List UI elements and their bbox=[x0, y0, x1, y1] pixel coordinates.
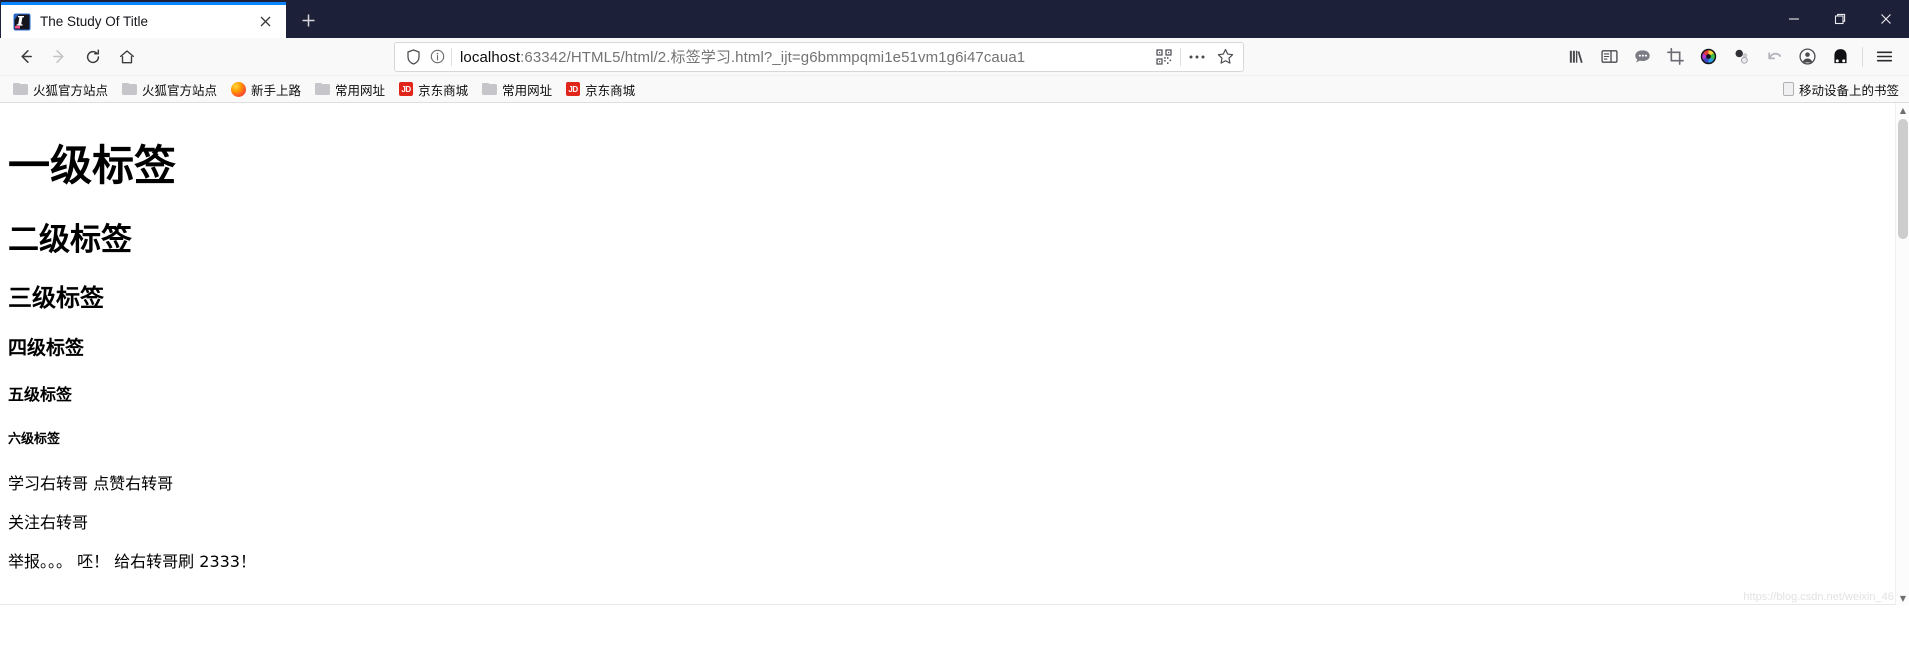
firefox-icon bbox=[231, 81, 247, 97]
hamburger-menu-icon[interactable] bbox=[1868, 42, 1901, 72]
heading-level-5: 五级标签 bbox=[8, 385, 73, 404]
bookmark-item-3[interactable]: 常用网址 bbox=[308, 78, 392, 100]
scroll-up-icon[interactable]: ▲ bbox=[1896, 103, 1909, 117]
paragraph-1: 学习右转哥 点赞右转哥 bbox=[8, 474, 174, 493]
avatar-icon[interactable] bbox=[1824, 42, 1857, 72]
bookmark-item-4[interactable]: JD 京东商城 bbox=[392, 78, 475, 100]
folder-icon bbox=[315, 83, 331, 95]
browser-tab-active[interactable]: The Study Of Title bbox=[1, 2, 286, 38]
home-icon[interactable] bbox=[110, 42, 144, 72]
sidebar-icon[interactable] bbox=[1593, 42, 1626, 72]
minimize-icon[interactable] bbox=[1771, 0, 1817, 38]
scrollbar-thumb[interactable] bbox=[1898, 119, 1908, 239]
heading-level-3: 三级标签 bbox=[8, 284, 104, 312]
toolbar-right bbox=[1560, 42, 1901, 72]
url-host: localhost bbox=[460, 49, 521, 66]
heading-level-4: 四级标签 bbox=[8, 337, 85, 359]
url-path: :63342/HTML5/html/2.标签学习.html?_ijt=g6bmm… bbox=[520, 49, 1026, 66]
bookmark-label: 新手上路 bbox=[251, 83, 302, 98]
molecule-icon[interactable] bbox=[1725, 42, 1758, 72]
heading-level-6: 六级标签 bbox=[8, 432, 61, 447]
jd-icon: JD bbox=[399, 82, 414, 96]
bookmark-label: 常用网址 bbox=[502, 83, 553, 98]
jd-icon: JD bbox=[566, 82, 581, 96]
heading-level-2: 二级标签 bbox=[8, 222, 132, 258]
bookmark-label: 常用网址 bbox=[335, 83, 386, 98]
folder-icon bbox=[13, 83, 28, 95]
bookmark-label: 火狐官方站点 bbox=[142, 83, 218, 98]
close-icon[interactable] bbox=[254, 11, 276, 33]
color-wheel-icon[interactable] bbox=[1692, 42, 1725, 72]
folder-icon bbox=[122, 83, 138, 95]
new-tab-button[interactable] bbox=[290, 2, 326, 38]
maximize-icon[interactable] bbox=[1817, 0, 1863, 38]
page-content: 一级标签 二级标签 三级标签 四级标签 五级标签 六级标签 学习右转哥 点赞右转… bbox=[0, 103, 1909, 605]
bookmark-item-6[interactable]: JD 京东商城 bbox=[559, 78, 642, 100]
star-icon[interactable] bbox=[1211, 44, 1239, 70]
ellipsis-icon[interactable] bbox=[1183, 44, 1211, 70]
url-separator bbox=[451, 47, 452, 66]
url-bar[interactable]: localhost:63342/HTML5/html/2.标签学习.html?_… bbox=[394, 41, 1244, 72]
bookmark-item-1[interactable]: 火狐官方站点 bbox=[115, 78, 224, 100]
back-icon[interactable] bbox=[8, 42, 42, 72]
bookmark-label: 京东商城 bbox=[585, 83, 636, 98]
mobile-bookmarks-icon bbox=[1782, 82, 1794, 96]
chat-bubble-icon[interactable] bbox=[1626, 42, 1659, 72]
mobile-bookmarks-folder[interactable]: 移动设备上的书签 bbox=[1782, 80, 1903, 99]
reload-icon[interactable] bbox=[76, 42, 110, 72]
watermark-text: https://blog.csdn.net/weixin_46... bbox=[1743, 591, 1903, 603]
close-window-icon[interactable] bbox=[1863, 0, 1909, 38]
toolbar-divider bbox=[1862, 46, 1863, 67]
bookmarks-bar: 火狐官方站点 火狐官方站点 新手上路 常用网址 JD 京东商城 常用网址 JD … bbox=[0, 76, 1909, 103]
forward-icon[interactable] bbox=[42, 42, 76, 72]
scroll-down-icon[interactable]: ▼ bbox=[1896, 591, 1909, 605]
title-bar: The Study Of Title bbox=[0, 0, 1909, 38]
undo-arrow-icon[interactable] bbox=[1758, 42, 1791, 72]
folder-icon bbox=[482, 83, 498, 95]
info-circle-icon[interactable] bbox=[425, 49, 449, 64]
shield-icon[interactable] bbox=[401, 48, 425, 65]
library-icon[interactable] bbox=[1560, 42, 1593, 72]
window-controls bbox=[1771, 0, 1909, 38]
content-bottom-divider bbox=[0, 604, 1909, 605]
tab-title: The Study Of Title bbox=[40, 14, 149, 29]
plus-icon bbox=[302, 14, 314, 26]
intellij-idea-icon bbox=[13, 13, 31, 31]
navigation-toolbar: localhost:63342/HTML5/html/2.标签学习.html?_… bbox=[0, 38, 1909, 76]
url-text[interactable]: localhost:63342/HTML5/html/2.标签学习.html?_… bbox=[454, 46, 1150, 67]
bookmark-label: 京东商城 bbox=[418, 83, 469, 98]
paragraph-3: 举报。。。 呸！ 给右转哥刷 2333！ bbox=[8, 552, 256, 571]
mobile-bookmarks-label: 移动设备上的书签 bbox=[1798, 83, 1899, 98]
qrcode-icon[interactable] bbox=[1150, 44, 1178, 70]
heading-level-1: 一级标签 bbox=[8, 141, 177, 190]
bookmark-item-2[interactable]: 新手上路 bbox=[224, 78, 308, 100]
url-separator-2 bbox=[1180, 47, 1181, 66]
bookmark-item-0[interactable]: 火狐官方站点 bbox=[6, 78, 115, 100]
screenshot-crop-icon[interactable] bbox=[1659, 42, 1692, 72]
paragraph-2: 关注右转哥 bbox=[8, 513, 89, 532]
bookmark-item-5[interactable]: 常用网址 bbox=[475, 78, 559, 100]
vertical-scrollbar[interactable]: ▲ ▼ bbox=[1895, 103, 1909, 605]
account-icon[interactable] bbox=[1791, 42, 1824, 72]
bookmark-label: 火狐官方站点 bbox=[33, 83, 109, 98]
